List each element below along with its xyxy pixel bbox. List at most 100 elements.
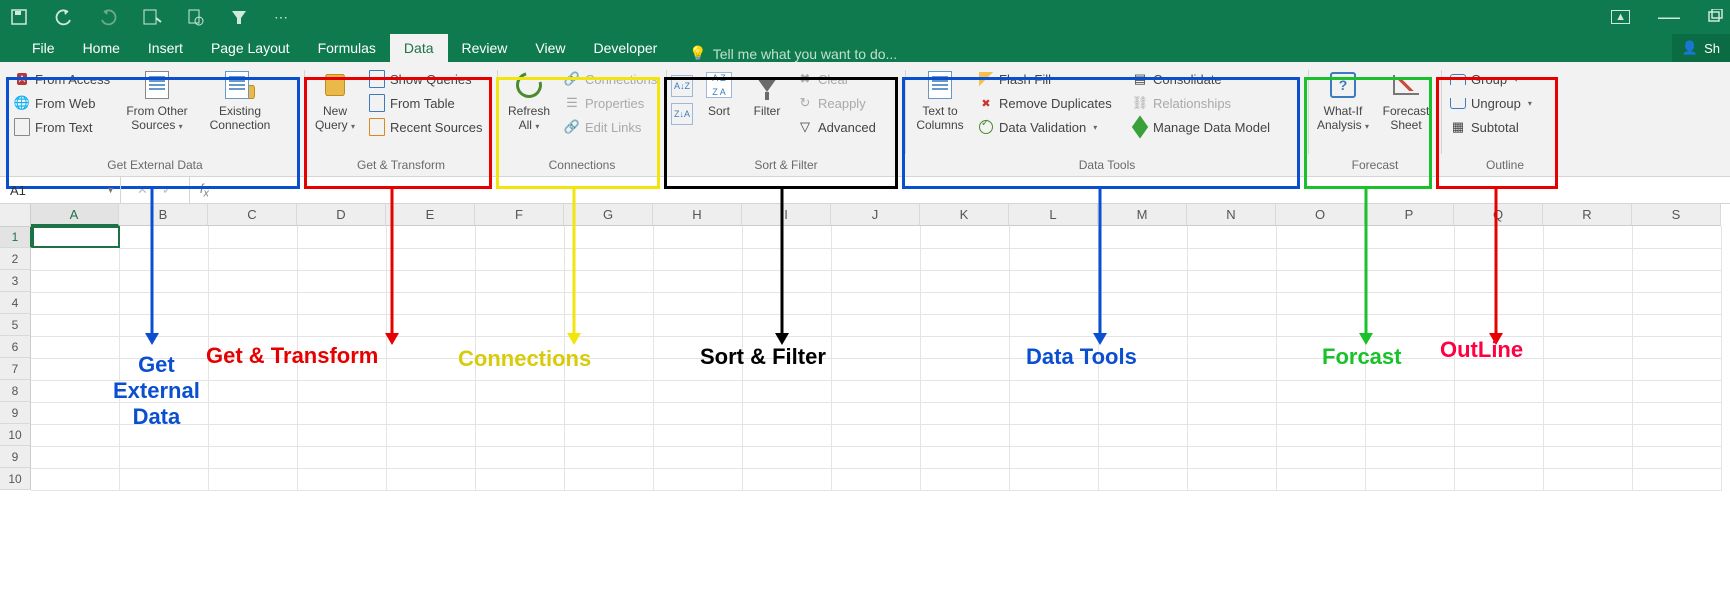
flash-fill-button[interactable]: Flash Fill	[974, 67, 1124, 91]
sort-asc-icon[interactable]: A↓Z	[671, 75, 693, 97]
cell[interactable]	[120, 446, 209, 469]
cell[interactable]	[1633, 358, 1722, 381]
data-validation-button[interactable]: Data Validation▾	[974, 115, 1124, 139]
cell[interactable]	[1633, 292, 1722, 315]
tell-me-search[interactable]: 💡 Tell me what you want to do...	[689, 45, 897, 62]
col-header[interactable]: Q	[1454, 204, 1543, 226]
cell[interactable]	[1544, 468, 1633, 491]
cell[interactable]	[1188, 358, 1277, 381]
minimize-icon[interactable]: ―	[1658, 14, 1680, 20]
cell[interactable]	[298, 446, 387, 469]
cell[interactable]	[1010, 226, 1099, 249]
tab-data[interactable]: Data	[390, 34, 448, 62]
cell[interactable]	[1010, 380, 1099, 403]
cell[interactable]	[565, 314, 654, 337]
chevron-down-icon[interactable]: ▼	[106, 185, 115, 195]
cell[interactable]	[298, 380, 387, 403]
row-header[interactable]: 1	[0, 226, 32, 248]
cell[interactable]	[387, 468, 476, 491]
cell[interactable]	[743, 446, 832, 469]
from-table-button[interactable]: From Table	[365, 91, 487, 115]
cell[interactable]	[1366, 424, 1455, 447]
cell[interactable]	[209, 226, 298, 249]
cell[interactable]	[1366, 270, 1455, 293]
cell[interactable]	[1633, 402, 1722, 425]
cell[interactable]	[1366, 402, 1455, 425]
cell[interactable]	[298, 248, 387, 271]
cell[interactable]	[1455, 248, 1544, 271]
cell[interactable]	[120, 270, 209, 293]
tab-developer[interactable]: Developer	[580, 34, 672, 62]
cell[interactable]	[1099, 468, 1188, 491]
cell[interactable]	[832, 248, 921, 271]
cell[interactable]	[31, 292, 120, 315]
cell[interactable]	[1099, 402, 1188, 425]
cell[interactable]	[654, 248, 743, 271]
cell[interactable]	[565, 292, 654, 315]
cell[interactable]	[31, 248, 120, 271]
cell[interactable]	[1544, 248, 1633, 271]
cell[interactable]	[1633, 248, 1722, 271]
cell[interactable]	[31, 402, 120, 425]
cell[interactable]	[921, 358, 1010, 381]
col-header[interactable]: L	[1009, 204, 1098, 226]
cell[interactable]	[1099, 314, 1188, 337]
cell[interactable]	[209, 468, 298, 491]
cell[interactable]	[476, 446, 565, 469]
row-header[interactable]: 3	[0, 270, 31, 292]
cell[interactable]	[921, 226, 1010, 249]
cell[interactable]	[832, 424, 921, 447]
cell[interactable]	[1277, 314, 1366, 337]
tab-view[interactable]: View	[521, 34, 579, 62]
cell[interactable]	[476, 292, 565, 315]
cell[interactable]	[31, 380, 120, 403]
cell[interactable]	[1544, 402, 1633, 425]
cell[interactable]	[832, 446, 921, 469]
cell[interactable]	[565, 380, 654, 403]
cell[interactable]	[1099, 380, 1188, 403]
cell[interactable]	[1188, 336, 1277, 359]
cell[interactable]	[743, 292, 832, 315]
col-header[interactable]: C	[208, 204, 297, 226]
cell[interactable]	[743, 424, 832, 447]
col-header[interactable]: I	[742, 204, 831, 226]
cell[interactable]	[298, 402, 387, 425]
show-queries-button[interactable]: Show Queries	[365, 67, 487, 91]
what-if-button[interactable]: ? What-If Analysis ▾	[1313, 67, 1373, 134]
cell[interactable]	[1010, 270, 1099, 293]
from-other-sources-button[interactable]: From Other Sources ▾	[118, 67, 196, 134]
col-header[interactable]: D	[297, 204, 386, 226]
col-header[interactable]: B	[119, 204, 208, 226]
cell[interactable]	[1633, 336, 1722, 359]
cell[interactable]	[209, 402, 298, 425]
cell[interactable]	[1366, 314, 1455, 337]
advanced-filter-button[interactable]: ▽Advanced	[793, 115, 880, 139]
print-preview-icon[interactable]	[186, 8, 204, 26]
cell[interactable]	[1544, 446, 1633, 469]
cell[interactable]	[120, 314, 209, 337]
col-header[interactable]: O	[1276, 204, 1365, 226]
from-text-button[interactable]: From Text	[10, 115, 114, 139]
cell[interactable]	[31, 358, 120, 381]
cell[interactable]	[565, 468, 654, 491]
cell[interactable]	[921, 446, 1010, 469]
cell[interactable]	[120, 292, 209, 315]
undo-icon[interactable]	[54, 8, 72, 26]
ungroup-button[interactable]: Ungroup▾	[1446, 91, 1536, 115]
restore-icon[interactable]	[1708, 9, 1724, 26]
fx-icon[interactable]: fx	[190, 181, 209, 200]
cell[interactable]	[1544, 314, 1633, 337]
cell[interactable]	[387, 292, 476, 315]
cell[interactable]	[921, 402, 1010, 425]
cell[interactable]	[1633, 446, 1722, 469]
touch-mode-icon[interactable]	[142, 8, 160, 26]
cell[interactable]	[1277, 402, 1366, 425]
cell[interactable]	[1188, 226, 1277, 249]
cell[interactable]	[209, 270, 298, 293]
connections-button[interactable]: 🔗Connections	[560, 67, 661, 91]
cell[interactable]	[1010, 292, 1099, 315]
cell[interactable]	[832, 336, 921, 359]
row-header[interactable]: 8	[0, 380, 31, 402]
redo-icon[interactable]	[98, 8, 116, 26]
cell[interactable]	[832, 226, 921, 249]
